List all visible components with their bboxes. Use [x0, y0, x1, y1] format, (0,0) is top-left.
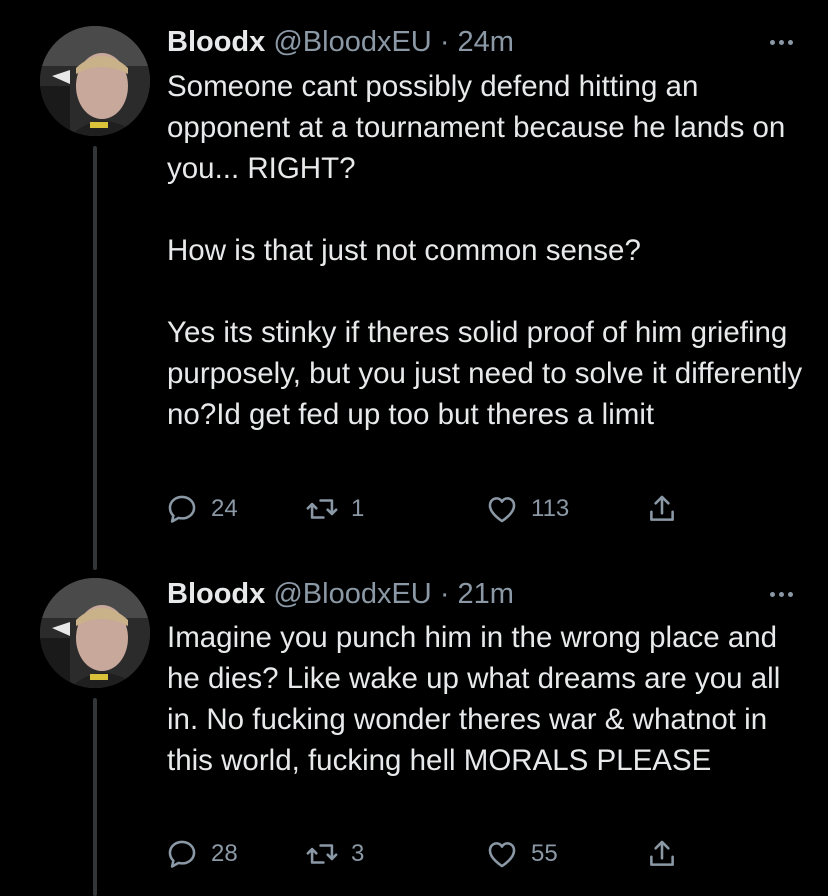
reply-count: 24 — [211, 495, 238, 522]
tweet-actions: 28 3 55 — [165, 837, 705, 877]
user-handle[interactable]: @BloodxEU — [273, 578, 431, 610]
heart-icon — [488, 497, 516, 523]
user-handle[interactable]: @BloodxEU — [273, 26, 431, 58]
display-name[interactable]: Bloodx — [167, 578, 265, 610]
avatar-image — [40, 26, 150, 136]
more-icon[interactable] — [764, 32, 798, 52]
share-icon — [650, 840, 674, 866]
like-count: 113 — [531, 495, 570, 522]
avatar-image — [40, 578, 150, 688]
timestamp[interactable]: 24m — [458, 26, 514, 58]
more-icon[interactable] — [764, 584, 798, 604]
share-icon — [650, 495, 674, 521]
tweet-1: Bloodx @BloodxEU · 24m Someone cant poss… — [0, 0, 828, 570]
separator-dot: · — [439, 578, 450, 610]
like-count: 55 — [531, 840, 558, 867]
thread-line — [93, 146, 97, 570]
retweet-icon — [306, 499, 338, 519]
tweet-header: Bloodx @BloodxEU · 21m — [167, 578, 514, 611]
separator-dot: · — [439, 26, 450, 58]
tweet-text: Imagine you punch him in the wrong place… — [167, 621, 781, 777]
retweet-icon — [306, 844, 338, 864]
share-button[interactable] — [645, 837, 679, 871]
tweet-header: Bloodx @BloodxEU · 24m — [167, 26, 514, 59]
reply-button[interactable]: 28 — [165, 837, 238, 871]
timestamp[interactable]: 21m — [458, 578, 514, 610]
like-button[interactable]: 55 — [485, 837, 558, 871]
avatar[interactable] — [40, 578, 150, 688]
reply-icon — [168, 840, 196, 868]
reply-icon — [168, 495, 196, 523]
share-button[interactable] — [645, 492, 679, 526]
reply-count: 28 — [211, 840, 238, 867]
retweet-count: 3 — [351, 840, 365, 867]
thread-line — [93, 698, 97, 896]
tweet-actions: 24 1 113 — [165, 492, 705, 532]
tweet-text: Someone cant possibly defend hitting an … — [167, 70, 803, 431]
retweet-button[interactable]: 3 — [305, 837, 364, 871]
heart-icon — [488, 842, 516, 868]
like-button[interactable]: 113 — [485, 492, 569, 526]
retweet-count: 1 — [351, 495, 365, 522]
avatar[interactable] — [40, 26, 150, 136]
retweet-button[interactable]: 1 — [305, 492, 364, 526]
display-name[interactable]: Bloodx — [167, 26, 265, 58]
tweet-2: Bloodx @BloodxEU · 21m Imagine you punch… — [0, 570, 828, 896]
reply-button[interactable]: 24 — [165, 492, 238, 526]
